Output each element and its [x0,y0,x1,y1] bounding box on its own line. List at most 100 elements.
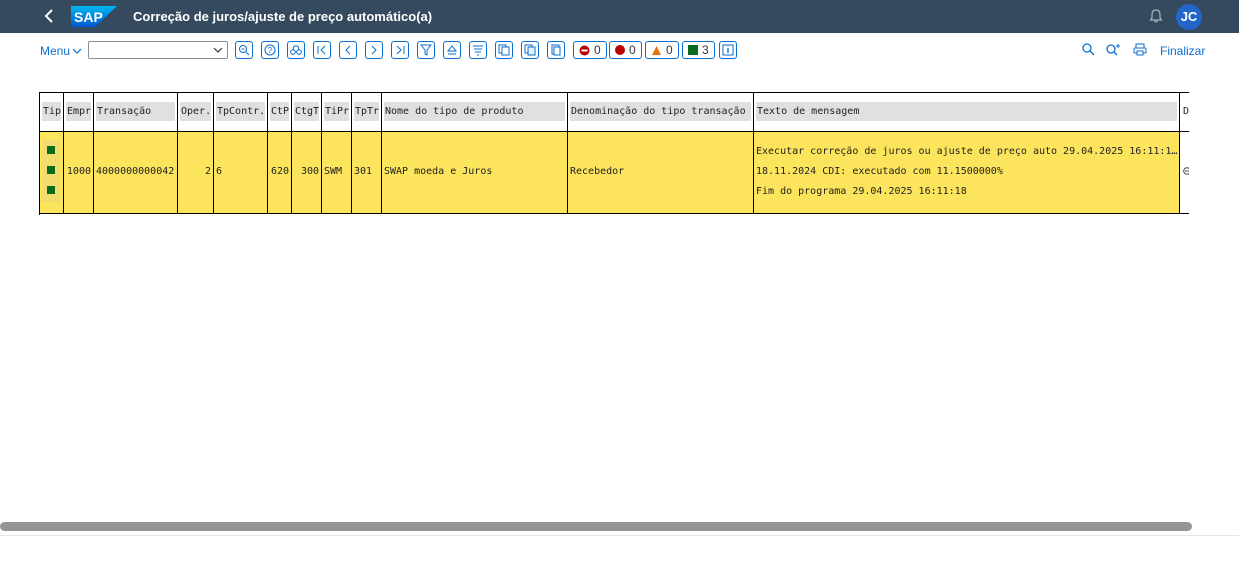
col-header-label: D [1182,102,1189,121]
sort-ascending-icon [446,45,458,55]
col-header-transacao[interactable]: Transação [94,93,178,132]
error-icon [615,45,625,55]
print-icon[interactable] [1133,43,1147,56]
status-icons[interactable] [42,140,60,202]
col-header-label: Nome do tipo de produto [384,102,565,121]
chevron-down-icon[interactable] [212,44,224,56]
cell-tip [40,132,64,214]
next-button[interactable] [365,41,383,59]
col-header-texto[interactable]: Texto de mensagem [754,93,1180,132]
back-button[interactable] [40,6,60,26]
col-header-nome[interactable]: Nome do tipo de produto [382,93,568,132]
app-title: Correção de juros/ajuste de preço automá… [133,9,433,24]
export-button[interactable] [547,41,565,59]
cell-value: Recebedor [570,166,625,177]
chevron-left-icon [345,45,351,55]
col-header-label: Denominação do tipo transação [570,102,751,121]
success-icon [47,166,55,174]
cell-ctgt[interactable]: 300 [292,132,322,214]
col-header-empr[interactable]: Empr [64,93,94,132]
user-avatar[interactable]: JC [1176,4,1202,30]
col-header-label: Empr [66,102,91,121]
zoom-icon [239,45,250,56]
stop-messages-button[interactable]: 0 [573,41,607,59]
menu-button[interactable]: Menu [40,44,82,58]
col-header-label: Tip [42,102,61,121]
cell-tpcontr[interactable]: 6 [214,132,268,214]
binoculars-icon [290,45,302,55]
notifications-icon[interactable] [1148,8,1164,24]
col-header-tpcontr[interactable]: TpContr. [214,93,268,132]
cell-tipr[interactable]: SWM [322,132,352,214]
cell-transacao[interactable]: 4000000000042 [94,132,178,214]
error-messages-button[interactable]: 0 [609,41,642,59]
help-button[interactable]: ? [261,41,279,59]
copy-button[interactable] [495,41,513,59]
cell-oper[interactable]: 2 [178,132,214,214]
first-page-icon [317,45,326,55]
paste-button[interactable] [521,41,539,59]
cell-value: 6 [216,166,223,177]
cell-d[interactable] [1180,132,1189,214]
navigate-icon[interactable] [1183,167,1189,175]
details-icon [722,44,734,56]
svg-text:?: ? [268,46,273,55]
cell-tptr[interactable]: 301 [352,132,382,214]
chevron-left-icon [44,9,53,23]
sort-ascending-button[interactable] [443,41,461,59]
sort-descending-button[interactable] [469,41,487,59]
sap-logo[interactable]: SAP [71,6,117,27]
cell-texto[interactable]: Executar correção de juros ou ajuste de … [754,132,1180,214]
warning-count: 0 [666,43,673,57]
search-plus-icon[interactable] [1106,43,1120,56]
stop-count: 0 [594,43,601,57]
copy-icon [498,44,510,56]
col-header-label: TiPr [324,102,349,121]
previous-button[interactable] [339,41,357,59]
col-header-label: Transação [96,102,175,121]
shell-bar: SAP Correção de juros/ajuste de preço au… [0,0,1239,33]
last-page-icon [396,45,405,55]
col-header-d[interactable]: D [1180,93,1189,132]
toolbar: Menu ? 0 0 0 3 Finalizar [0,40,1239,62]
warning-messages-button[interactable]: 0 [645,41,679,59]
filter-icon [420,44,432,56]
cell-value: 2 [204,166,211,177]
success-icon [47,186,55,194]
cell-denom[interactable]: Recebedor [568,132,754,214]
success-icon [47,146,55,154]
cell-value: 4000000000042 [96,166,175,177]
paste-icon [524,44,536,56]
cell-ctp[interactable]: 620 [268,132,292,214]
cell-nome[interactable]: SWAP moeda e Juros [382,132,568,214]
cell-value: SWAP moeda e Juros [384,166,493,177]
col-header-oper[interactable]: Oper. [178,93,214,132]
footer-divider [0,535,1239,536]
first-page-button[interactable] [313,41,331,59]
col-header-ctgt[interactable]: CtgT [292,93,322,132]
finalizar-button[interactable]: Finalizar [1160,44,1205,58]
error-count: 0 [629,43,636,57]
chevron-right-icon [371,45,377,55]
last-page-button[interactable] [391,41,409,59]
success-messages-button[interactable]: 3 [682,41,715,59]
cell-value: 300 [300,166,319,177]
search-icon[interactable] [1082,43,1095,56]
filter-button[interactable] [417,41,435,59]
col-header-tip[interactable]: Tip [40,93,64,132]
col-header-label: Oper. [180,102,211,121]
horizontal-scrollbar[interactable] [0,522,1192,531]
find-button[interactable] [287,41,305,59]
cell-empr[interactable]: 1000 [64,132,94,214]
menu-label: Menu [40,44,71,58]
sort-descending-icon [473,45,483,56]
col-header-ctp[interactable]: CtP [268,93,292,132]
command-field[interactable] [88,41,228,59]
zoom-button[interactable] [235,41,253,59]
col-header-denom[interactable]: Denominação do tipo transação [568,93,754,132]
col-header-label: CtgT [294,102,319,121]
details-button[interactable] [719,41,737,59]
col-header-tipr[interactable]: TiPr [322,93,352,132]
col-header-tptr[interactable]: TpTr [352,93,382,132]
stop-icon [579,45,590,55]
